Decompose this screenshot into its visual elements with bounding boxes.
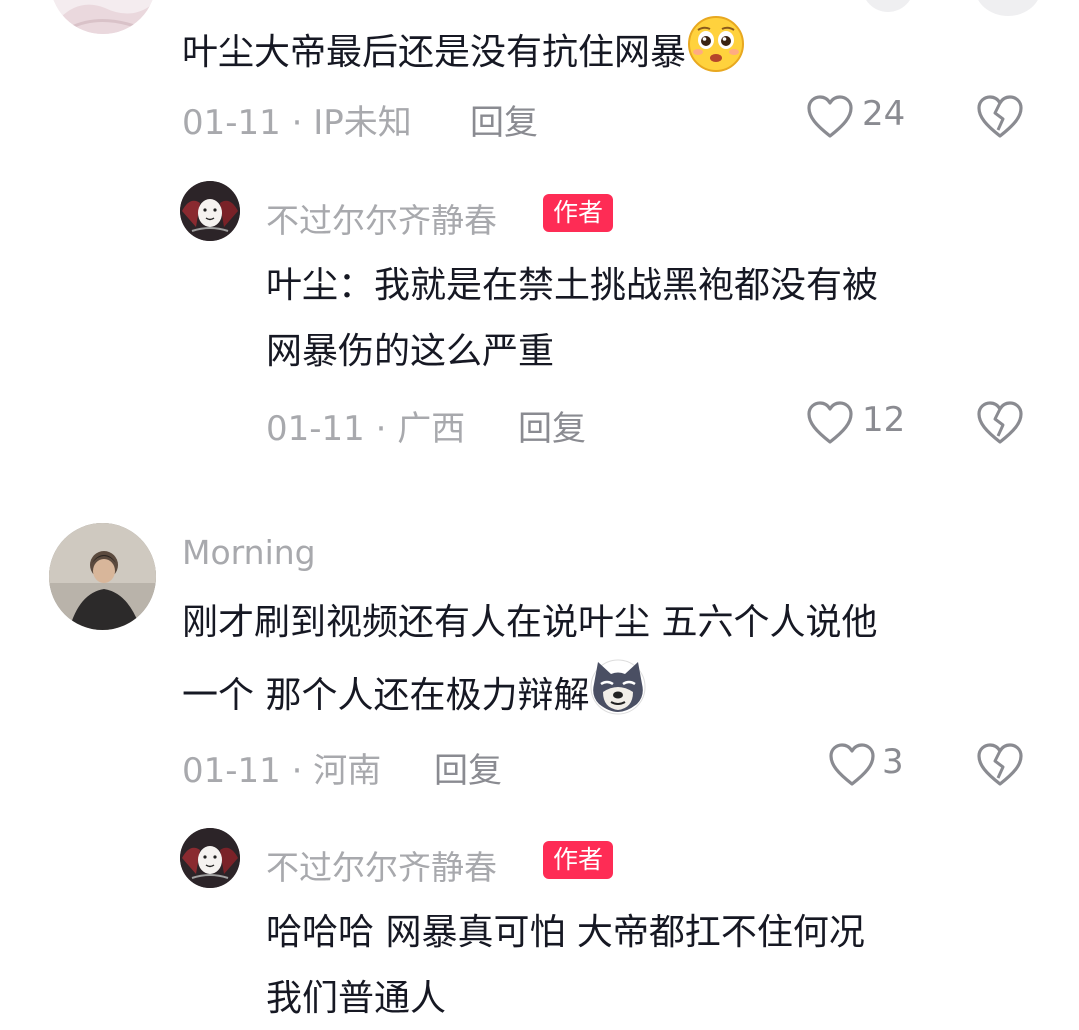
avatar[interactable] [50, 0, 156, 34]
reply-text-line1: 哈哈哈 网暴真可怕 大帝都扛不住何况 [266, 912, 865, 953]
dislike-icon[interactable] [976, 742, 1024, 788]
like-button[interactable]: 12 [806, 400, 916, 446]
top-action-button-2[interactable] [975, 0, 1041, 16]
avatar[interactable] [49, 523, 156, 630]
comment-date-location: 01-11 · IP未知 [182, 103, 412, 143]
avatar-image [49, 523, 156, 630]
dislike-icon[interactable] [976, 400, 1024, 446]
comment-date-location: 01-11 · 河南 [182, 751, 382, 791]
like-button[interactable]: 3 [828, 742, 918, 788]
heart-icon [807, 401, 853, 444]
comment-text-line2: 一个 那个人还在极力辩解 [182, 658, 647, 736]
reply-button[interactable]: 回复 [518, 401, 586, 450]
author-avatar-image [180, 828, 240, 888]
author-name[interactable]: 不过尔尔齐静春 [266, 841, 497, 889]
reply-button[interactable]: 回复 [470, 95, 538, 144]
author-avatar[interactable] [180, 828, 240, 888]
top-action-button-1[interactable] [862, 0, 914, 12]
author-badge: 作者 [543, 841, 614, 879]
author-badge: 作者 [543, 194, 614, 232]
avatar-image [50, 0, 156, 34]
reply-text-line1: 叶尘：我就是在禁土挑战黑袍都没有被 [266, 265, 879, 306]
author-avatar[interactable] [180, 181, 240, 241]
comment-text-line1: 刚才刷到视频还有人在说叶尘 五六个人说他 [182, 602, 878, 643]
like-button[interactable]: 24 [806, 94, 916, 140]
doge-icon [589, 658, 647, 736]
heart-icon [807, 95, 853, 138]
author-name[interactable]: Morning [182, 533, 316, 572]
reply-text-line2: 我们普通人 [266, 978, 447, 1019]
author-avatar-image [180, 181, 240, 241]
like-count: 24 [862, 94, 906, 134]
reply-text-line2: 网暴伤的这么严重 [266, 331, 555, 372]
author-name[interactable]: 不过尔尔齐静春 [266, 194, 497, 242]
reply-button[interactable]: 回复 [434, 743, 502, 792]
like-count: 3 [882, 742, 904, 782]
dislike-icon[interactable] [976, 94, 1024, 140]
comment-text: 叶尘大帝最后还是没有抗住网暴 [182, 14, 746, 94]
like-count: 12 [862, 400, 906, 440]
heart-icon [829, 743, 875, 786]
pleading-face-icon [686, 14, 746, 94]
reply-date-location: 01-11 · 广西 [266, 409, 466, 449]
